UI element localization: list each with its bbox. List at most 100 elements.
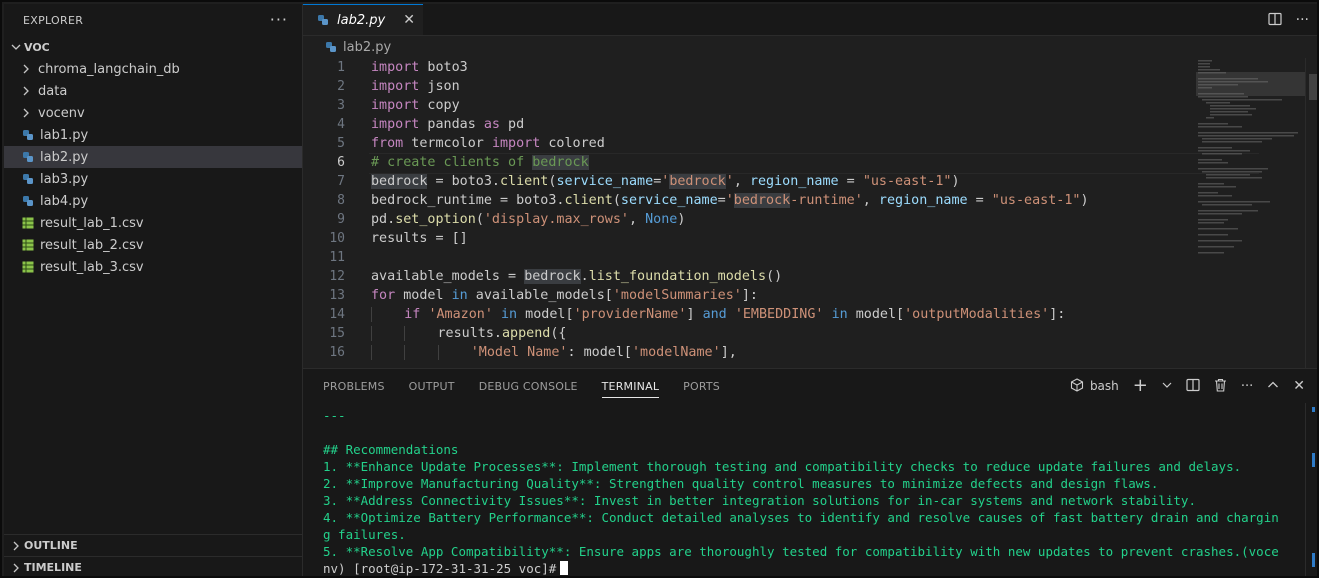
tree-folder-vocenv[interactable]: vocenv [4, 102, 302, 124]
editor-tab-lab2-py[interactable]: lab2.py ✕ [303, 4, 423, 35]
tree-item-label: lab4.py [40, 193, 89, 209]
terminal-scrollbar[interactable] [1305, 403, 1317, 576]
tree-file-result-lab-2-csv[interactable]: result_lab_2.csv [4, 234, 302, 256]
timeline-label: TIMELINE [24, 561, 82, 574]
tab-ports[interactable]: PORTS [683, 369, 720, 403]
code-editor[interactable]: 1 import boto3 2 import json 3 import copy … [303, 58, 1259, 362]
terminal-shell-selector[interactable]: bash [1070, 377, 1119, 395]
tree-item-label: result_lab_3.csv [40, 259, 144, 275]
tab-debug-console[interactable]: DEBUG CONSOLE [479, 369, 578, 403]
chevron-right-icon [8, 541, 24, 551]
chevron-down-icon[interactable] [1162, 379, 1172, 393]
tab-label: PROBLEMS [323, 379, 385, 393]
scroll-marker [1312, 553, 1315, 567]
vscode-window: EXPLORER ··· VOC chroma_langchain_db dat… [0, 0, 1319, 578]
tree-file-lab1-py[interactable]: lab1.py [4, 124, 302, 146]
outline-section[interactable]: OUTLINE [4, 534, 302, 556]
tree-file-lab3-py[interactable]: lab3.py [4, 168, 302, 190]
tree-file-result-lab-1-csv[interactable]: result_lab_1.csv [4, 212, 302, 234]
tab-problems[interactable]: PROBLEMS [323, 369, 385, 403]
close-icon[interactable]: ✕ [403, 12, 415, 28]
tab-label: OUTPUT [408, 379, 455, 393]
code-line: 15 results.append({ [303, 324, 1193, 343]
csv-file-icon [20, 237, 36, 253]
new-terminal-icon[interactable]: + [1133, 377, 1148, 395]
terminal-line: ## Recommendations [323, 442, 459, 457]
line-number: 16 [329, 345, 345, 360]
chevron-right-icon [18, 108, 34, 118]
terminal-icon [1070, 377, 1084, 395]
code-line: 4 import pandas as pd [303, 115, 1193, 134]
chevron-right-icon [8, 563, 24, 573]
timeline-section[interactable]: TIMELINE [4, 556, 302, 576]
tab-terminal[interactable]: TERMINAL [601, 369, 660, 403]
editor-actions: ··· [1268, 4, 1309, 36]
python-file-icon [20, 149, 36, 165]
more-actions-icon[interactable]: ··· [270, 12, 288, 28]
python-file-icon [20, 193, 36, 209]
close-icon[interactable]: ✕ [1293, 378, 1305, 394]
breadcrumb-file: lab2.py [343, 39, 392, 55]
line-number: 5 [337, 136, 345, 151]
scroll-marker [1312, 453, 1315, 467]
code-line: 14 if 'Amazon' in model['providerName'] … [303, 305, 1193, 324]
tree-folder-chroma-langchain-db[interactable]: chroma_langchain_db [4, 58, 302, 80]
line-number: 8 [337, 193, 345, 208]
terminal-line: 4. **Optimize Battery Performance**: Con… [323, 510, 1279, 525]
maximize-panel-icon[interactable] [1267, 379, 1279, 394]
code-line: 7 bedrock = boto3.client(service_name='be… [303, 172, 1193, 191]
python-file-icon [20, 171, 36, 187]
chevron-right-icon [18, 86, 34, 96]
split-editor-icon[interactable] [1268, 11, 1282, 30]
tab-label: TERMINAL [601, 380, 660, 398]
explorer-title: EXPLORER [23, 13, 84, 27]
editor-tab-bar: lab2.py ✕ ··· [303, 4, 1317, 36]
breadcrumb[interactable]: lab2.py [303, 36, 1317, 58]
tree-item-label: result_lab_1.csv [40, 215, 144, 231]
editor-scroll-thumb[interactable] [1309, 74, 1317, 100]
line-number: 13 [329, 288, 345, 303]
line-number: 11 [329, 250, 345, 265]
code-line: 13 for model in available_models['modelSu… [303, 286, 1193, 305]
prompt-text: nv) [root@ip-172-31-31-25 voc]# [323, 561, 557, 576]
tree-file-lab2-py[interactable]: lab2.py [4, 146, 302, 168]
tree-file-lab4-py[interactable]: lab4.py [4, 190, 302, 212]
tab-output[interactable]: OUTPUT [409, 369, 455, 403]
line-number: 3 [337, 98, 345, 113]
tree-item-label: lab2.py [40, 149, 89, 165]
terminal-output[interactable]: --- ## Recommendations 1. **Enhance Upda… [323, 407, 1279, 576]
shell-label: bash [1089, 379, 1119, 393]
scroll-marker [1312, 407, 1315, 412]
tree-file-result-lab-3-csv[interactable]: result_lab_3.csv [4, 256, 302, 278]
minimap-slider[interactable] [1196, 72, 1306, 96]
more-actions-icon[interactable]: ··· [1241, 379, 1253, 394]
terminal-prompt: nv) [root@ip-172-31-31-25 voc]# [323, 560, 1223, 576]
editor-area: lab2.py ✕ ··· lab2.py 1 import boto3 2 imp… [303, 4, 1317, 368]
tree-item-label: lab3.py [40, 171, 89, 187]
terminal-cursor [560, 561, 569, 575]
tab-label: DEBUG CONSOLE [478, 379, 578, 393]
chevron-down-icon [8, 42, 24, 52]
tree-folder-data[interactable]: data [4, 80, 302, 102]
line-number: 12 [329, 269, 345, 284]
terminal-line: --- [323, 408, 346, 423]
trash-icon[interactable] [1214, 378, 1227, 395]
csv-file-icon [20, 259, 36, 275]
editor-scrollbar[interactable] [1305, 58, 1317, 368]
bottom-panel: PROBLEMS OUTPUT DEBUG CONSOLE TERMINAL P… [303, 368, 1317, 576]
code-line: 8 bedrock_runtime = boto3.client(service_… [303, 191, 1193, 210]
explorer-sidebar: EXPLORER ··· VOC chroma_langchain_db dat… [4, 4, 303, 576]
split-terminal-icon[interactable] [1186, 378, 1200, 395]
terminal-line: 3. **Address Connectivity Issues**: Inve… [323, 493, 1196, 508]
terminal-line: g failures. [323, 527, 406, 542]
explorer-header: EXPLORER ··· [4, 4, 302, 36]
line-number: 1 [337, 60, 345, 75]
line-number: 6 [337, 155, 345, 170]
minimap[interactable] [1196, 58, 1306, 268]
terminal-line: 5. **Resolve App Compatibility**: Ensure… [323, 544, 1279, 559]
workspace-root-folder[interactable]: VOC [4, 36, 302, 58]
line-number: 15 [329, 326, 345, 341]
line-number: 2 [337, 79, 345, 94]
more-actions-icon[interactable]: ··· [1296, 12, 1309, 28]
